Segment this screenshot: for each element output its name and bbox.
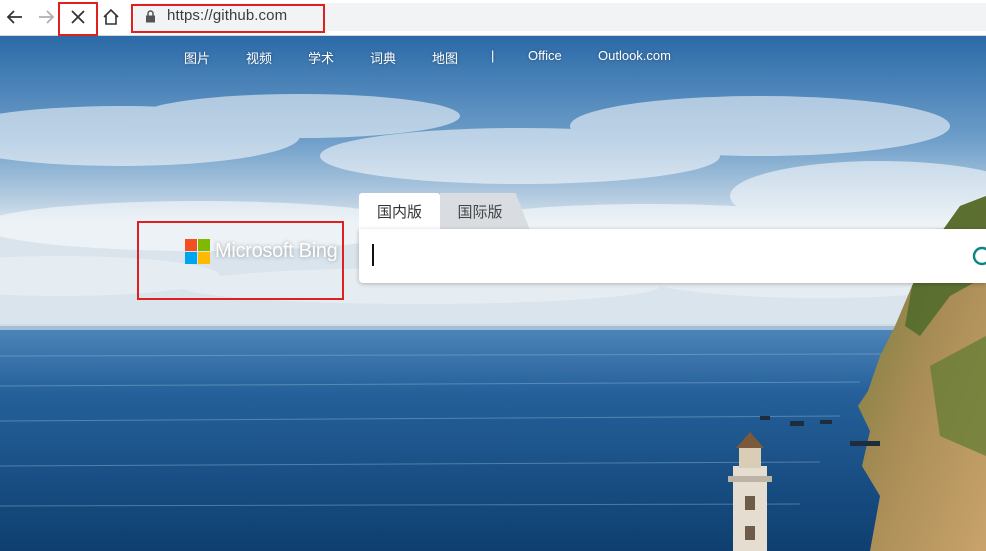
nav-office[interactable]: Office bbox=[528, 48, 562, 63]
home-button[interactable] bbox=[98, 4, 124, 30]
nav-maps[interactable]: 地图 bbox=[432, 48, 458, 67]
nav-dictionary[interactable]: 词典 bbox=[370, 48, 396, 67]
back-button[interactable] bbox=[2, 4, 28, 30]
forward-icon bbox=[39, 10, 55, 24]
nav-outlook[interactable]: Outlook.com bbox=[598, 48, 671, 63]
stop-button-highlight bbox=[58, 2, 98, 36]
nav-academic[interactable]: 学术 bbox=[308, 48, 334, 67]
home-icon bbox=[103, 8, 119, 25]
text-caret bbox=[372, 244, 374, 266]
logo-text: Microsoft Bing bbox=[215, 240, 338, 262]
back-icon bbox=[6, 10, 22, 24]
tab-domestic[interactable]: 国内版 bbox=[359, 193, 440, 230]
search-box bbox=[359, 229, 986, 283]
search-input[interactable] bbox=[369, 239, 953, 275]
nav-images[interactable]: 图片 bbox=[184, 48, 210, 67]
forward-button[interactable] bbox=[33, 4, 59, 30]
nav-divider: | bbox=[491, 48, 495, 63]
tab-international[interactable]: 国际版 bbox=[440, 193, 530, 230]
bing-logo[interactable]: Microsoft Bing bbox=[185, 239, 338, 264]
search-icon[interactable] bbox=[971, 245, 986, 269]
microsoft-logo-icon bbox=[185, 239, 210, 264]
url-highlight bbox=[131, 4, 325, 33]
nav-videos[interactable]: 视频 bbox=[246, 48, 272, 67]
